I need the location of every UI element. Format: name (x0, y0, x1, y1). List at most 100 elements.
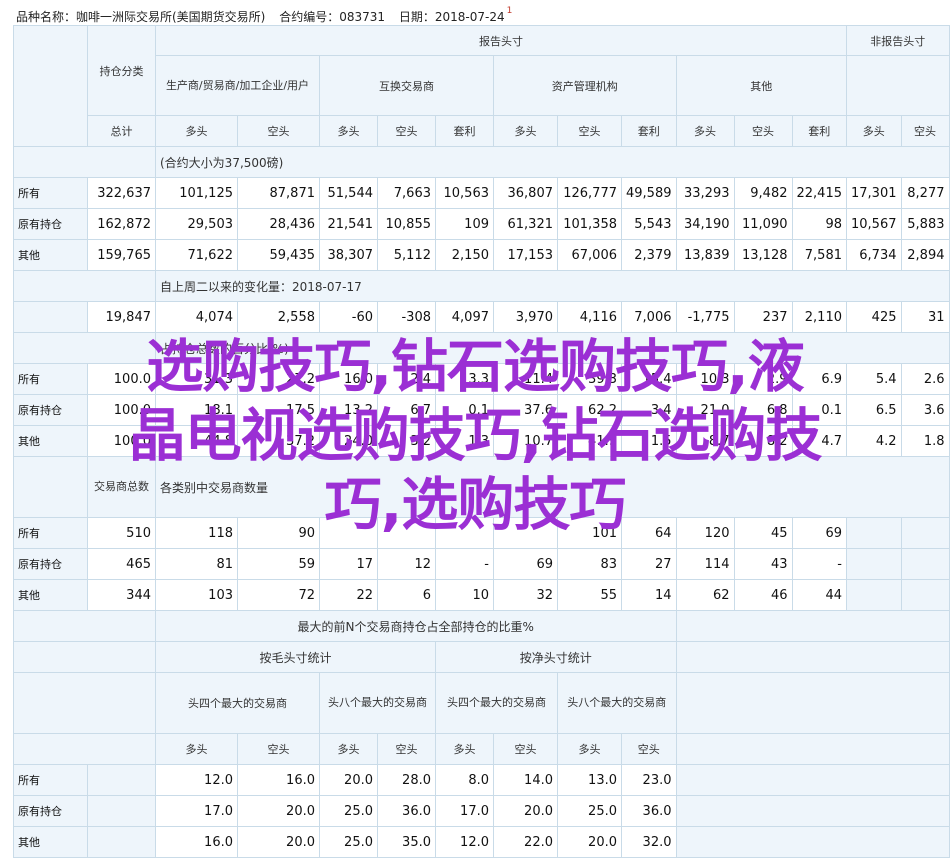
section-spacer (675, 733, 950, 765)
table-cell: 4,116 (557, 301, 622, 333)
section-spacer (675, 826, 950, 858)
table-cell: 62.2 (557, 394, 622, 426)
table-cell: 2.4 (377, 363, 436, 395)
table-cell: 8.2 (733, 425, 793, 457)
long-col-header: 多头 (155, 115, 238, 147)
table-cell: 37.6 (493, 394, 558, 426)
table-cell: 17,153 (493, 239, 558, 271)
table-row: 其他 344 103 72 22 6 10 32 55 14 62 46 44 (13, 579, 950, 611)
traders-note: 各类别中交易商数量 (155, 456, 950, 518)
row-label: 原有持仓 (13, 394, 88, 426)
table-cell: 16.0 (155, 826, 238, 858)
table-cell: 1.8 (900, 425, 950, 457)
short-col-header: 空头 (733, 115, 793, 147)
table-cell: 67,006 (557, 239, 622, 271)
table-cell: 20.0 (557, 826, 622, 858)
table-cell: 11,090 (733, 208, 793, 240)
table-cell: 6,734 (846, 239, 902, 271)
table-cell: 62 (675, 579, 735, 611)
table-cell: 46 (733, 579, 793, 611)
row-label: 其他 (13, 826, 88, 858)
table-cell: 12.0 (435, 826, 494, 858)
table-cell: -308 (377, 301, 436, 333)
table-row: 原有持仓 162,872 29,503 28,436 21,541 10,855… (13, 208, 950, 240)
exchange-name: 品种名称：咖啡一洲际交易所(美国期货交易所) (16, 10, 266, 24)
row-label: 所有 (13, 177, 88, 209)
table-cell: 4.7 (791, 425, 847, 457)
top8-net-header: 头八个最大的交易商 (557, 672, 677, 734)
table-cell: 7,581 (791, 239, 847, 271)
table-cell: 6.9 (791, 363, 847, 395)
table-cell: 22.0 (493, 826, 558, 858)
long-col-header: 多头 (493, 115, 558, 147)
table-cell: 36.0 (377, 795, 436, 827)
table-cell: 2,558 (237, 301, 320, 333)
table-cell: 1.5 (621, 425, 677, 457)
footnote-marker: 1 (506, 6, 513, 16)
table-cell: 81 (155, 548, 238, 580)
table-cell: 23.0 (621, 764, 677, 796)
table-cell: 87,871 (237, 177, 320, 209)
row-label: 所有 (13, 517, 88, 549)
table-cell: 100.0 (87, 363, 156, 395)
cot-positions-table: 持仓分类 报告头寸 非报告头寸 生产商/贸易商/加工企业/用户 互换交易商 资产… (13, 25, 950, 858)
table-cell (87, 764, 156, 796)
table-cell: 17.0 (435, 795, 494, 827)
section-spacer (675, 610, 950, 642)
table-cell: 101 (557, 517, 622, 549)
long-col-header: 多头 (155, 733, 238, 765)
table-cell: 59,435 (237, 239, 320, 271)
table-cell: 37.2 (237, 425, 320, 457)
table-cell: 10,855 (377, 208, 436, 240)
table-cell: 14.0 (493, 764, 558, 796)
table-cell: 10.7 (493, 425, 558, 457)
corner-cell (13, 25, 88, 147)
table-cell: 10.3 (675, 363, 735, 395)
table-row: 所有 12.0 16.0 20.0 28.0 8.0 14.0 13.0 23.… (13, 764, 950, 796)
table-cell: 9,482 (733, 177, 793, 209)
long-col-header: 多头 (435, 733, 494, 765)
table-cell: 21,541 (319, 208, 378, 240)
table-cell: 8.7 (675, 425, 735, 457)
table-cell: 17.0 (155, 795, 238, 827)
section-spacer (675, 641, 950, 673)
table-cell: 4,097 (435, 301, 494, 333)
short-col-header: 空头 (237, 115, 320, 147)
table-cell: 20.0 (493, 795, 558, 827)
position-class-header: 持仓分类 (87, 25, 156, 116)
table-cell: 35.0 (377, 826, 436, 858)
table-cell: 27 (621, 548, 677, 580)
section-spacer (13, 610, 156, 642)
table-cell (493, 517, 558, 549)
contract-code: 合约编号：083731 (279, 10, 386, 24)
table-cell: 344 (87, 579, 156, 611)
table-cell: 32 (493, 579, 558, 611)
table-cell: 5,112 (377, 239, 436, 271)
table-cell: 109 (435, 208, 494, 240)
table-cell: 120 (675, 517, 735, 549)
table-cell: 22 (319, 579, 378, 611)
table-cell: - (435, 548, 494, 580)
contract-size-note: (合约大小为37,500磅) (155, 146, 950, 178)
table-cell: 38,307 (319, 239, 378, 271)
short-col-header: 空头 (377, 115, 436, 147)
table-row: 其他 16.0 20.0 25.0 35.0 12.0 22.0 20.0 32… (13, 826, 950, 858)
table-cell: 22,415 (791, 177, 847, 209)
short-col-header: 空头 (557, 115, 622, 147)
table-cell: 5,883 (900, 208, 950, 240)
table-cell: 61,321 (493, 208, 558, 240)
swap-dealer-header: 互换交易商 (319, 55, 494, 116)
note-spacer (13, 146, 156, 178)
table-cell (846, 579, 902, 611)
table-cell: 10 (435, 579, 494, 611)
table-cell (87, 795, 156, 827)
short-col-header: 空头 (900, 115, 950, 147)
table-cell: 10,567 (846, 208, 902, 240)
table-cell: 5.4 (846, 363, 902, 395)
table-row: 原有持仓 100.0 18.1 17.5 13.2 6.7 0.1 37.6 6… (13, 394, 950, 426)
concentration-title: 最大的前N个交易商持仓占全部持仓的比重% (155, 610, 677, 642)
table-cell: 13,839 (675, 239, 735, 271)
table-cell: 8,277 (900, 177, 950, 209)
table-cell: 17 (319, 548, 378, 580)
table-cell: 29,503 (155, 208, 238, 240)
